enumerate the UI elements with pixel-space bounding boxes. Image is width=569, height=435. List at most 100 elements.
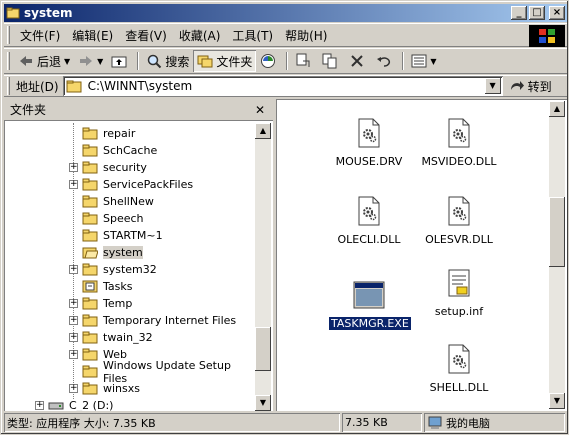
folder-pane-header: 文件夹 ✕ — [4, 99, 273, 121]
address-dropdown-button[interactable]: ▼ — [484, 78, 501, 94]
forward-dropdown-icon[interactable]: ▼ — [97, 57, 103, 66]
forward-arrow-icon — [78, 53, 94, 69]
menu-favorites[interactable]: 收藏(A) — [173, 27, 227, 44]
folder-tree-item[interactable]: ServicePackFiles — [82, 176, 193, 193]
folder-tree-item[interactable]: winsxs — [82, 380, 140, 397]
folder-icon — [82, 178, 98, 191]
forward-button[interactable]: ▼ — [74, 50, 107, 72]
folder-tree-item[interactable]: Temp — [82, 295, 132, 312]
menu-bar: 文件(F) 编辑(E) 查看(V) 收藏(A) 工具(T) 帮助(H) — [4, 23, 567, 47]
scroll-down-button[interactable]: ▼ — [255, 395, 271, 411]
views-button[interactable]: ▼ — [407, 50, 440, 72]
folder-tree-item[interactable]: STARTM~1 — [82, 227, 163, 244]
folders-button[interactable]: 文件夹 — [193, 50, 257, 72]
scheduled-tasks-icon — [82, 280, 98, 293]
toolbar-grip[interactable] — [7, 77, 10, 95]
back-dropdown-icon[interactable]: ▼ — [64, 57, 70, 66]
undo-button[interactable] — [372, 50, 399, 72]
expand-toggle[interactable]: + — [69, 163, 78, 172]
folder-tree-item[interactable]: repair — [82, 125, 135, 142]
expand-toggle[interactable]: + — [69, 316, 78, 325]
file-item[interactable]: setup.inf — [419, 267, 499, 318]
expand-toggle[interactable]: + — [69, 299, 78, 308]
menu-help[interactable]: 帮助(H) — [279, 27, 333, 44]
file-item[interactable]: OLECLI.DLL — [329, 195, 409, 246]
expand-toggle[interactable]: + — [69, 265, 78, 274]
scroll-up-button[interactable]: ▲ — [255, 123, 271, 139]
title-bar[interactable]: system _ □ × — [4, 4, 567, 22]
scroll-thumb[interactable] — [549, 197, 565, 267]
folder-tree-item[interactable]: system — [82, 244, 143, 261]
up-button[interactable] — [107, 50, 134, 72]
folder-pane: 文件夹 ✕ repair SchCache + security + ServicePac… — [4, 99, 273, 411]
menu-tools[interactable]: 工具(T) — [226, 27, 279, 44]
delete-button[interactable] — [345, 50, 372, 72]
expand-toggle[interactable]: + — [69, 333, 78, 342]
folder-tree-item[interactable]: Speech — [82, 210, 144, 227]
file-item[interactable]: MOUSE.DRV — [329, 117, 409, 168]
close-button[interactable]: × — [549, 6, 565, 20]
standard-toolbar: 后退 ▼ ▼ 搜索 文件夹 ▼ — [4, 48, 567, 74]
menu-file[interactable]: 文件(F) — [14, 27, 66, 44]
move-to-button[interactable] — [291, 50, 318, 72]
folder-pane-scrollbar[interactable]: ▲ ▼ — [255, 123, 271, 411]
folder-tree-item[interactable]: ShellNew — [82, 193, 154, 210]
drive-tree-item[interactable]: C_2 (D:) — [48, 397, 113, 411]
back-button[interactable]: 后退 ▼ — [14, 50, 74, 72]
folder-icon — [82, 314, 98, 327]
folder-pane-close-icon[interactable]: ✕ — [255, 103, 265, 117]
copy-to-button[interactable] — [318, 50, 345, 72]
address-input[interactable]: C:\WINNT\system ▼ — [62, 76, 503, 96]
status-zone: 我的电脑 — [424, 413, 565, 432]
views-dropdown-icon[interactable]: ▼ — [430, 57, 436, 66]
folder-icon — [82, 229, 98, 242]
dll-file-icon — [443, 195, 475, 227]
file-item[interactable]: MSVIDEO.DLL — [419, 117, 499, 168]
expand-toggle[interactable]: + — [69, 384, 78, 393]
maximize-button[interactable]: □ — [529, 6, 545, 20]
setup-info-icon — [443, 267, 475, 299]
toolbar-separator — [402, 52, 405, 70]
status-size: 7.35 KB — [342, 413, 422, 432]
application-icon — [353, 279, 385, 311]
file-item[interactable]: TASKMGR.EXE — [328, 279, 412, 331]
dll-file-icon — [443, 117, 475, 149]
window-title: system — [24, 6, 73, 20]
go-button[interactable]: 转到 — [509, 78, 552, 95]
folder-icon — [6, 6, 20, 20]
expand-toggle[interactable]: + — [69, 350, 78, 359]
folder-icon — [82, 331, 98, 344]
folder-tree-item[interactable]: system32 — [82, 261, 157, 278]
menu-view[interactable]: 查看(V) — [119, 27, 173, 44]
folder-tree-item[interactable]: Temporary Internet Files — [82, 312, 236, 329]
folder-tree-item[interactable]: security — [82, 159, 147, 176]
folder-tree: repair SchCache + security + ServicePackFiles… — [4, 123, 254, 411]
folder-tree-item[interactable]: Windows Update Setup Files — [82, 359, 254, 385]
expand-toggle[interactable]: + — [35, 401, 44, 410]
copy-to-icon — [322, 53, 338, 69]
my-computer-icon — [427, 415, 443, 431]
scroll-up-button[interactable]: ▲ — [549, 101, 565, 117]
views-icon — [411, 53, 427, 69]
toolbar-grip[interactable] — [7, 26, 10, 44]
expand-toggle[interactable]: + — [69, 180, 78, 189]
scroll-down-button[interactable]: ▼ — [549, 393, 565, 409]
status-bar: 类型: 应用程序 大小: 7.35 KB 7.35 KB 我的电脑 — [4, 413, 567, 433]
folder-tree-item[interactable]: Tasks — [82, 278, 132, 295]
menu-edit[interactable]: 编辑(E) — [66, 27, 119, 44]
scroll-thumb[interactable] — [255, 327, 271, 371]
file-pane-scrollbar[interactable]: ▲ ▼ — [549, 101, 565, 409]
search-button[interactable]: 搜索 — [142, 50, 193, 72]
folder-tree-item[interactable]: SchCache — [82, 142, 157, 159]
folder-tree-item[interactable]: twain_32 — [82, 329, 153, 346]
file-item[interactable]: SHELL.DLL — [419, 343, 499, 394]
minimize-button[interactable]: _ — [511, 6, 527, 20]
delete-icon — [349, 53, 365, 69]
folder-icon — [82, 348, 98, 361]
file-item[interactable]: OLESVR.DLL — [419, 195, 499, 246]
back-arrow-icon — [18, 53, 34, 69]
toolbar-grip[interactable] — [7, 52, 10, 70]
folder-icon — [82, 161, 98, 174]
history-button[interactable] — [256, 50, 283, 72]
folder-icon — [82, 144, 98, 157]
